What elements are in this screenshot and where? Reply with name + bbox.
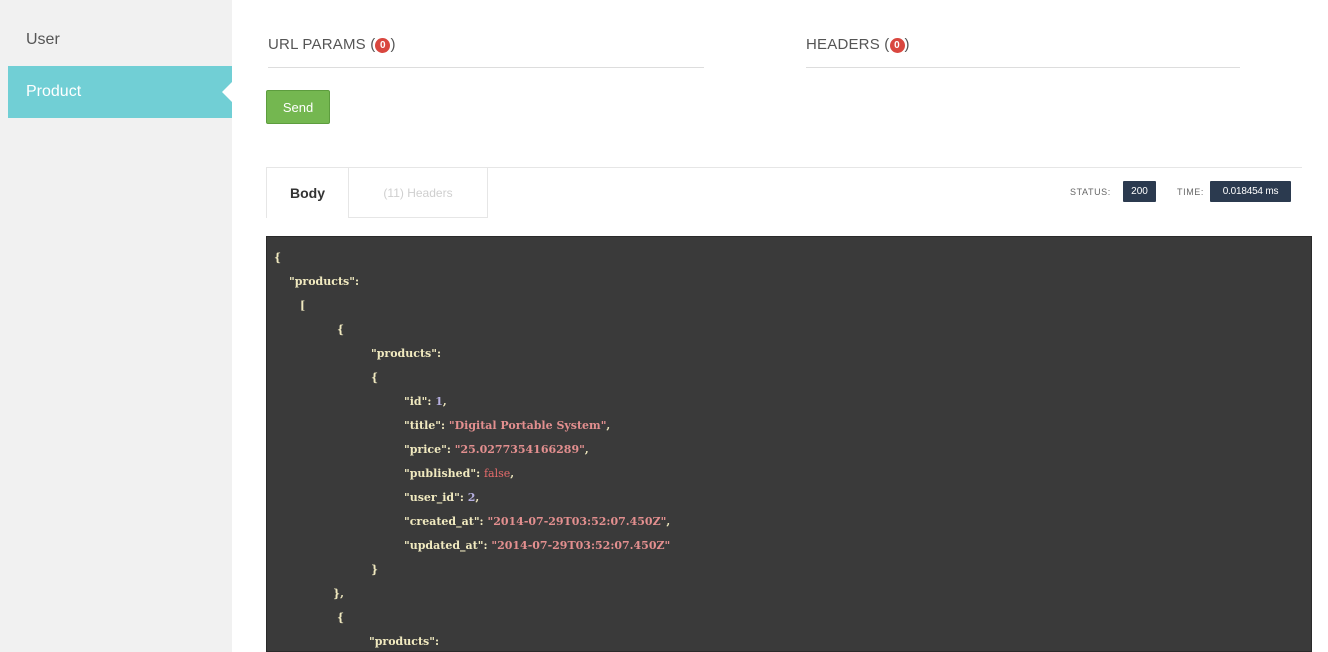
url-params-count-badge: 0 <box>375 38 391 53</box>
sidebar: User Product <box>0 0 232 652</box>
code-line: } <box>371 563 379 576</box>
code-line: "products": <box>371 347 442 360</box>
code-line: { <box>337 611 345 624</box>
code-line: "products": <box>289 275 360 288</box>
code-line: "id": 1, <box>404 395 447 408</box>
code-line: "created_at": "2014-07-29T03:52:07.450Z"… <box>404 515 671 528</box>
code-line: { <box>371 371 379 384</box>
code-line: }, <box>333 587 344 600</box>
time-label: TIME: <box>1177 187 1204 197</box>
response-body-panel[interactable]: { "products": [ { "products": { "id": 1,… <box>266 236 1312 652</box>
sidebar-item-user[interactable]: User <box>8 14 232 66</box>
code-line: "updated_at": "2014-07-29T03:52:07.450Z" <box>404 539 671 552</box>
url-params-toggle[interactable]: URL PARAMS (0) <box>268 36 704 68</box>
code-line: { <box>274 251 282 264</box>
code-line: "user_id": 2, <box>404 491 480 504</box>
tab-body[interactable]: Body <box>266 168 348 218</box>
headers-toggle[interactable]: HEADERS (0) <box>806 36 1240 68</box>
code-line: "products": <box>369 635 440 648</box>
headers-count-badge: 0 <box>889 38 905 53</box>
code-line: "title": "Digital Portable System", <box>404 419 611 432</box>
code-line: "price": "25.0277354166289", <box>404 443 589 456</box>
status-badge: 200 <box>1123 181 1156 202</box>
status-label: STATUS: <box>1070 187 1111 197</box>
code-line: [ <box>300 299 306 312</box>
time-badge: 0.018454 ms <box>1210 181 1291 202</box>
code-line: "published": false, <box>404 467 515 480</box>
send-button[interactable]: Send <box>266 90 330 124</box>
tab-headers[interactable]: (11) Headers <box>348 168 488 218</box>
code-line: { <box>337 323 345 336</box>
sidebar-item-product[interactable]: Product <box>8 66 232 118</box>
url-params-label: URL PARAMS <box>268 36 366 53</box>
headers-label: HEADERS <box>806 36 880 53</box>
